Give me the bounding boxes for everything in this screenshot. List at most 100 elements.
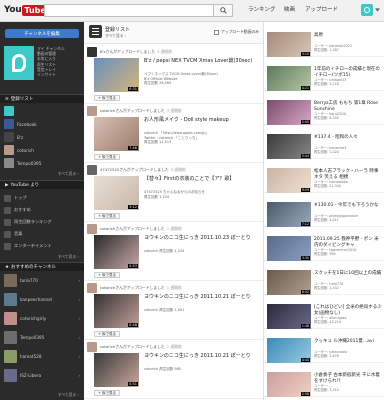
recommended-thumbnail[interactable]: 4:21 [267, 66, 311, 91]
recommended-title[interactable]: 松本人志ブラック・ハーラ 時事ネタ 笑える 相撲 [314, 169, 382, 180]
user-avatar[interactable] [361, 4, 373, 16]
recommended-title[interactable]: スクッチを1日に10回以上の成績 [314, 271, 382, 277]
recommended-title[interactable]: #137.4 - 昭和の人々 [314, 135, 382, 141]
recommended-title[interactable]: Berryz工房 ももち 第1章 Rose Sunshine [314, 101, 382, 112]
subscribe-arrow-icon[interactable]: › [78, 278, 80, 283]
youtube-nav-item[interactable]: おすすめ [4, 204, 80, 216]
nav-movies[interactable]: 映画 [284, 5, 295, 13]
recommended-title[interactable]: クッキュ ル沖縄2011夏...avi [314, 339, 382, 345]
uploader-avatar[interactable] [87, 106, 97, 116]
recommended-video-item[interactable]: 3:30 2011.09.25 我神平野 - ポン 米内のダイビングキャ ユーザー:… [264, 234, 384, 261]
recommended-video-item[interactable]: 2:58 小倉奏子 古本新宿新光 千に水着をすけられ!? ユーザー: ... 再生回数… [264, 370, 384, 397]
watch-later-button[interactable]: + 後で見る [94, 390, 121, 396]
uploader-avatar[interactable] [87, 47, 97, 57]
menu-insight[interactable]: インサイト [37, 72, 65, 77]
recommended-thumbnail[interactable]: 3:10 [267, 32, 311, 57]
watch-later-button[interactable]: + 後で見る [94, 331, 121, 337]
recommended-thumbnail[interactable]: 3:30 [267, 236, 311, 261]
uploader-avatar[interactable] [87, 283, 97, 293]
subscription-item[interactable]: Facebook [4, 118, 80, 130]
uploader-avatar[interactable] [87, 342, 97, 352]
video-title[interactable]: B'z / pepsi NEX TVCM Xmas Lover篇(30sec) [144, 58, 259, 64]
see-all-subscriptions[interactable]: すべて見る › [58, 171, 79, 177]
video-title[interactable]: 【替々】Firstの衣装のことで【ア？歌】 [144, 176, 259, 182]
video-thumbnail[interactable]: 0:48 [94, 294, 139, 328]
subscribe-arrow-icon[interactable]: › [78, 316, 80, 321]
uploads-only-checkbox[interactable]: アップロード動画のみ [214, 29, 259, 35]
youtube-nav-item[interactable]: 音楽 [4, 228, 80, 240]
watch-later-button[interactable]: + 後で見る [94, 154, 121, 160]
video-thumbnail[interactable]: 0:53 [94, 235, 139, 269]
youtube-nav-item[interactable]: トップ [4, 192, 80, 204]
video-thumbnail[interactable]: 7:46 [94, 117, 139, 151]
youtube-nav-item[interactable]: エンターテイメント [4, 240, 80, 252]
subscription-item[interactable]: Tempo0395 [4, 157, 80, 169]
recommended-video-item[interactable]: 2:05 Berryz工房 ももち 第1章 Rose Sunshine ユーザー: … [264, 98, 384, 125]
youtube-nav-item[interactable]: 再生回数ランキング [4, 216, 80, 228]
video-title[interactable]: お人形風メイク - Doll style makeup [144, 117, 259, 123]
recommended-channel-item[interactable]: kanpeechannel › [4, 292, 80, 306]
recommended-thumbnail[interactable]: 5:44 [267, 134, 311, 159]
feed-title[interactable]: 登録リスト [105, 26, 130, 33]
subscription-item[interactable] [4, 105, 80, 117]
recommended-video-item[interactable]: 5:44 #137.4 - 昭和の人々 ユーザー: kanamee1 再生回数: 1,… [264, 132, 384, 159]
recommended-thumbnail[interactable]: 6:02 [267, 270, 311, 295]
video-title[interactable]: ヨウキンのニコ生にっき 2011.10.21 ぽーとり [144, 353, 259, 359]
watch-later-button[interactable]: + 後で見る [94, 272, 121, 278]
recommended-video-item[interactable]: 3:10 高原 ユーザー: bankede2023 再生回数: 1,287 [264, 30, 384, 57]
see-all-youtube[interactable]: すべて見る › [58, 254, 79, 260]
subscription-item[interactable]: cotorich [4, 144, 80, 156]
recommended-thumbnail[interactable]: 1:48 [267, 304, 311, 329]
feed-see-all[interactable]: すべて見る › [105, 33, 126, 39]
uploader-name[interactable]: 47472525 [100, 167, 119, 172]
search-button[interactable] [213, 4, 233, 17]
uploader-avatar[interactable] [87, 165, 97, 175]
recommended-title[interactable]: 1年前のイチローの成績と現在のイチロー(ツボ15) [314, 67, 382, 78]
recommended-thumbnail[interactable]: 9:59 [267, 168, 311, 193]
chevron-down-icon[interactable] [375, 8, 380, 12]
recommended-video-item[interactable]: 1:48 [これはひどい] 全米の絶叫する少女(画物なし) ユーザー: akarug… [264, 302, 384, 329]
recommended-video-item[interactable]: 4:21 1年前のイチローの成績と現在のイチロー(ツボ15) ユーザー: ichib… [264, 64, 384, 91]
recommended-channel-item[interactable]: cotorichgirly › [4, 311, 80, 325]
subscription-item[interactable]: B'z [4, 131, 80, 143]
uploader-avatar[interactable] [87, 224, 97, 234]
subscribe-arrow-icon[interactable]: › [78, 297, 80, 302]
video-title[interactable]: ヨウキンのニコ生にっき 2011.10.23 ぽーとり [144, 235, 259, 241]
video-thumbnail[interactable]: 3:12 [94, 176, 139, 210]
user-menu[interactable] [361, 4, 380, 16]
uploader-name[interactable]: cotorich [100, 344, 115, 349]
recommended-video-item[interactable]: 7:12 #130.01 - 今年でも下ろうかな ユーザー: photo/japan… [264, 200, 384, 227]
edit-channel-button[interactable]: チャンネルを編集 [5, 29, 79, 38]
recommended-video-item[interactable]: 9:59 松本人志ブラック・ハーラ 時事ネタ 笑える 相撲 ユーザー: hamaot… [264, 166, 384, 193]
recommended-channel-item[interactable]: Tempo0395 › [4, 330, 80, 344]
recommended-title[interactable]: [これはひどい] 全米の絶叫する少女(画物なし) [314, 305, 382, 316]
profile-image[interactable] [4, 46, 34, 80]
recommended-title[interactable]: 2011.09.25 我神平野 - ポン 米内のダイビングキャ [314, 237, 382, 248]
video-thumbnail[interactable]: 0:31 [94, 58, 139, 92]
video-thumbnail[interactable]: 0:51 [94, 353, 139, 387]
recommended-thumbnail[interactable]: 2:58 [267, 372, 311, 397]
recommended-title[interactable]: 高原 [314, 33, 382, 39]
search-input[interactable] [44, 4, 214, 17]
section-youtube[interactable]: ▶ YouTube より [0, 180, 84, 189]
uploader-name[interactable]: cotorich [100, 285, 115, 290]
video-title[interactable]: ヨウキンのニコ生にっき 2011.10.21 ぽーとり [144, 294, 259, 300]
recommended-channel-item[interactable]: hamat528 › [4, 349, 80, 363]
recommended-thumbnail[interactable]: 2:05 [267, 100, 311, 125]
recommended-video-item[interactable]: 4:40 クッキュ ル沖縄2011夏...avi ユーザー: yataccoola 再… [264, 336, 384, 363]
subscribe-arrow-icon[interactable]: › [78, 335, 80, 340]
watch-later-button[interactable]: + 後で見る [94, 95, 121, 101]
recommended-title[interactable]: #130.01 - 今年でも下ろうかな [314, 203, 382, 209]
recommended-title[interactable]: 小倉奏子 古本新宿新光 千に水着をすけられ!? [314, 373, 382, 384]
section-library[interactable]: ≡ 登録リスト [0, 94, 84, 103]
recommended-thumbnail[interactable]: 7:12 [267, 202, 311, 227]
nav-ranking[interactable]: ランキング [248, 5, 275, 13]
subscribe-arrow-icon[interactable]: › [78, 373, 80, 378]
see-all-recommended[interactable]: すべて見る › [58, 392, 79, 398]
watch-later-button[interactable]: + 後で見る [94, 213, 121, 219]
uploader-name[interactable]: cotorich [100, 226, 115, 231]
youtube-logo[interactable]: You Tube [4, 4, 48, 16]
subscribe-arrow-icon[interactable]: › [78, 354, 80, 359]
uploader-name[interactable]: cotorich [100, 108, 115, 113]
recommended-thumbnail[interactable]: 4:40 [267, 338, 311, 363]
